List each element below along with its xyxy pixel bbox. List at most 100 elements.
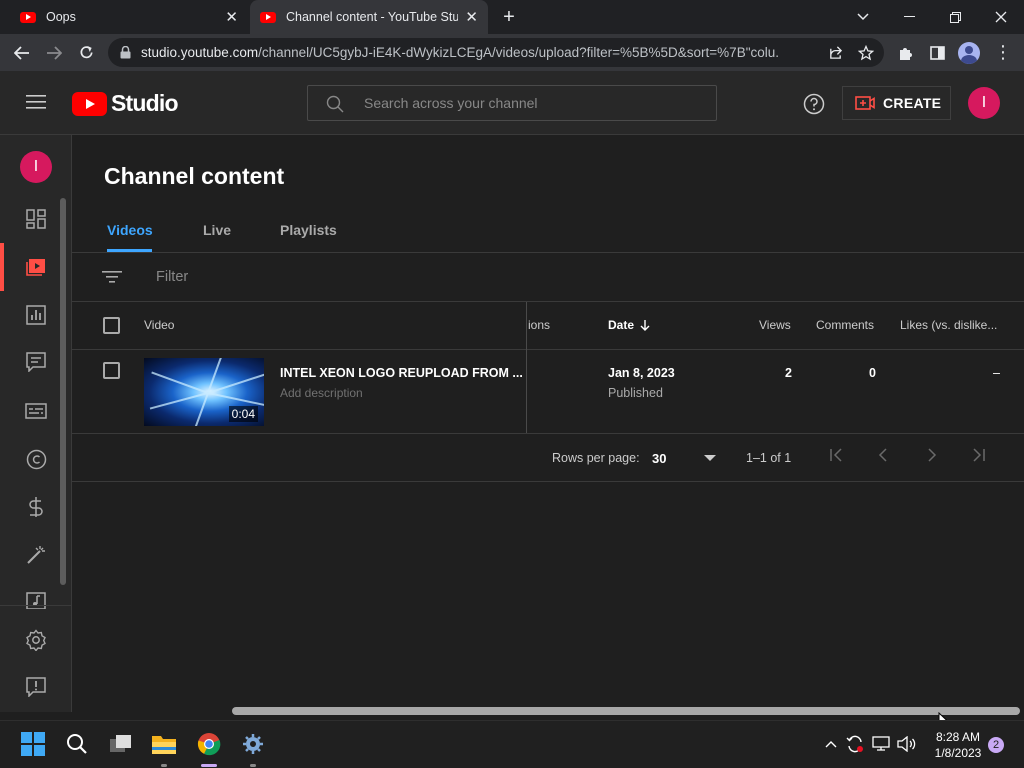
forward-button[interactable] [39,34,69,71]
sync-status-icon[interactable] [842,731,868,757]
tab-search-chevron-icon[interactable] [840,0,886,34]
pagination-range: 1–1 of 1 [746,451,792,465]
extensions-puzzle-icon[interactable] [891,34,921,71]
network-icon[interactable] [869,731,895,757]
sidebar-dashboard-icon[interactable] [24,207,48,231]
browser-tab-strip: Oops ✕ Channel content - YouTube Studio … [0,0,1024,34]
filter-icon[interactable] [102,270,122,289]
close-window-button[interactable] [978,0,1024,34]
row-checkbox[interactable] [103,362,120,379]
bookmark-star-icon[interactable] [851,34,881,71]
file-explorer-icon[interactable] [151,731,177,757]
youtube-studio-logo[interactable]: Studio [72,90,179,117]
video-title[interactable]: INTEL XEON LOGO REUPLOAD FROM ... [280,366,523,380]
show-hidden-icons-chevron-icon[interactable] [818,731,844,757]
running-app-indicator [250,764,256,767]
clock-time: 8:28 AM [935,730,981,744]
active-indicator [0,243,4,291]
sidebar-earn-icon[interactable] [24,495,48,519]
logo-text: Studio [111,90,179,116]
rows-per-page-value: 30 [652,450,667,466]
next-page-icon[interactable] [927,448,937,467]
back-button[interactable] [7,34,37,71]
new-tab-button[interactable]: + [486,0,532,34]
column-header-likes[interactable]: Likes (vs. dislike... [900,318,997,332]
settings-app-icon[interactable] [240,731,266,757]
browser-tab-oops[interactable]: Oops ✕ [8,0,248,34]
url-path: /channel/UC5gybJ-iE4K-dWykizLCEgA/videos… [258,45,779,60]
rows-per-page-select[interactable]: 30 [652,448,716,468]
browser-tab-channel-content[interactable]: Channel content - YouTube Studio ✕ [250,0,488,34]
dropdown-arrow-icon [704,454,716,461]
first-page-icon[interactable] [829,448,843,467]
previous-page-icon[interactable] [878,448,888,467]
sidebar-audio-library-icon[interactable] [24,591,48,609]
restore-button[interactable] [932,0,978,34]
tabs-divider [72,252,1024,253]
main-content: Channel content Videos Live Playlists Fi… [72,136,1024,712]
search-icon [326,95,344,113]
channel-avatar[interactable]: I [20,151,52,183]
select-all-checkbox[interactable] [103,317,120,334]
tab-title: Oops [46,10,76,24]
header-divider [72,349,1024,350]
side-panel-icon[interactable] [922,34,952,71]
video-views: 2 [785,366,792,380]
last-page-icon[interactable] [972,448,986,467]
pagination-divider [72,481,1024,482]
sidebar-subtitles-icon[interactable] [24,399,48,423]
browser-menu-icon[interactable]: ⋮ [988,34,1018,71]
row-divider [72,433,1024,434]
date-label: Date [608,318,635,332]
tab-videos[interactable]: Videos [107,222,153,238]
volume-icon[interactable] [894,731,920,757]
video-date: Jan 8, 2023 [608,366,675,380]
profile-avatar-icon[interactable] [954,34,984,71]
address-bar[interactable]: studio.youtube.com/channel/UC5gybJ-iE4K-… [108,38,884,67]
sidebar-copyright-icon[interactable] [24,447,48,471]
video-likes: – [993,366,1000,380]
sidebar-divider [0,605,72,606]
filter-input[interactable]: Filter [156,269,188,285]
column-header-date[interactable]: Date [608,318,650,332]
sidebar-analytics-icon[interactable] [24,303,48,327]
task-view-icon[interactable] [108,731,134,757]
sidebar-feedback-icon[interactable] [24,675,48,699]
tab-live[interactable]: Live [203,222,231,238]
rows-per-page-label: Rows per page: [552,451,640,465]
sidebar-customization-icon[interactable] [24,543,48,567]
create-button[interactable]: CREATE [842,86,951,120]
account-avatar[interactable]: I [968,87,1000,119]
notification-badge[interactable]: 2 [988,737,1004,753]
help-icon[interactable] [803,93,825,120]
running-app-indicator [161,764,167,767]
sidebar-content-icon[interactable] [24,255,48,279]
sidebar-settings-gear-icon[interactable] [24,628,48,652]
tab-playlists[interactable]: Playlists [280,222,337,238]
hamburger-menu-icon[interactable] [26,94,46,115]
reload-button[interactable] [71,34,101,71]
windows-taskbar: 8:28 AM 1/8/2023 2 [0,720,1024,768]
clock-date: 1/8/2023 [934,746,982,760]
create-label: CREATE [883,95,942,111]
column-header-restrictions[interactable]: ions [528,318,550,332]
minimize-button[interactable] [886,0,932,34]
filter-divider [72,301,1024,302]
taskbar-search-icon[interactable] [64,731,90,757]
sort-down-arrow-icon [640,320,650,331]
video-thumbnail[interactable]: 0:04 [144,358,264,426]
share-icon[interactable] [820,34,850,71]
close-tab-icon[interactable]: ✕ [465,8,478,26]
column-header-comments[interactable]: Comments [816,318,874,332]
column-header-views[interactable]: Views [759,318,791,332]
horizontal-scrollbar[interactable] [232,707,1020,715]
channel-search-input[interactable]: Search across your channel [307,85,717,121]
url-host: studio.youtube.com [141,45,259,60]
windows-start-icon[interactable] [20,731,46,757]
sidebar-comments-icon[interactable] [24,350,48,374]
sidebar-scrollbar[interactable] [60,198,66,585]
system-clock[interactable]: 8:28 AM 1/8/2023 [920,729,996,761]
video-description[interactable]: Add description [280,386,363,400]
close-tab-icon[interactable]: ✕ [225,8,238,26]
chrome-browser-icon[interactable] [196,731,222,757]
